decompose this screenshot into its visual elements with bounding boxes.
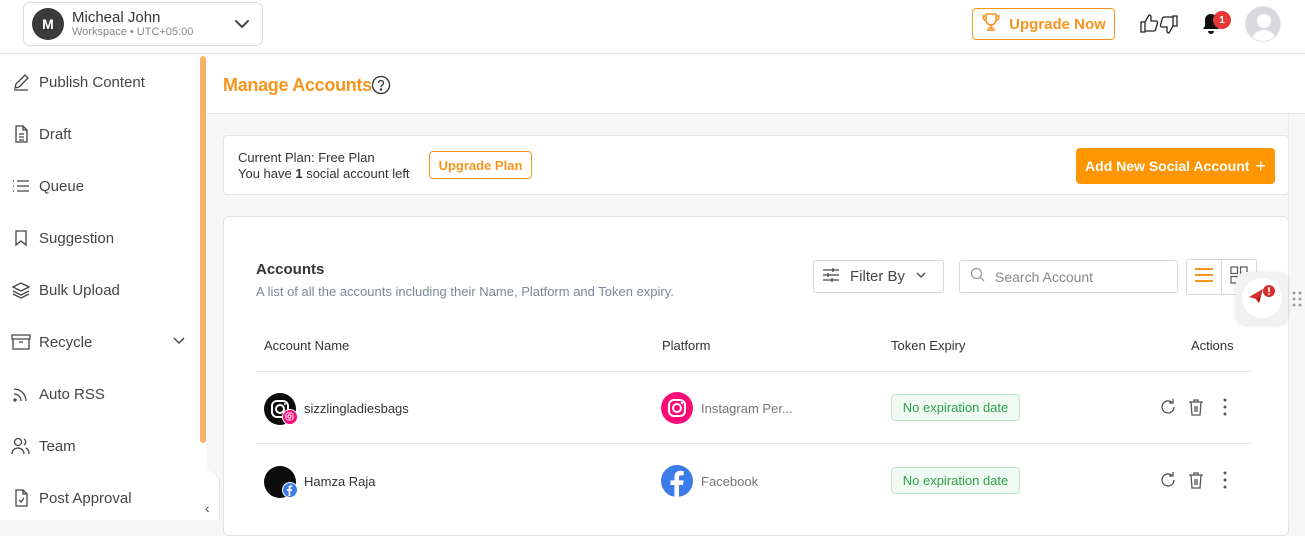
filter-by-dropdown[interactable]: Filter By: [813, 260, 944, 293]
drag-handle-icon[interactable]: [1292, 290, 1302, 313]
workspace-user-name: Micheal John: [72, 9, 161, 26]
sidebar-item-auto-rss[interactable]: Auto RSS: [0, 374, 196, 414]
chevron-down-icon[interactable]: [172, 334, 186, 353]
plan-card: Current Plan: Free Plan You have 1 socia…: [223, 135, 1289, 195]
paper-plane-alert-icon: [1247, 283, 1277, 314]
sidebar-item-label: Post Approval: [39, 489, 132, 507]
sidebar-item-queue[interactable]: Queue: [0, 166, 196, 206]
file-check-icon: [11, 488, 31, 508]
add-new-social-account-button[interactable]: Add New Social Account +: [1076, 148, 1275, 184]
accounts-left-count: 1: [295, 166, 303, 181]
sidebar-item-post-approval[interactable]: Post Approval: [0, 478, 196, 518]
content-right-border: [1288, 114, 1289, 520]
accounts-card: Accounts A list of all the accounts incl…: [223, 216, 1289, 536]
search-box: [959, 260, 1178, 293]
sidebar-item-team[interactable]: Team: [0, 426, 196, 466]
delete-trash-icon[interactable]: [1186, 470, 1206, 495]
row-divider: [256, 443, 1251, 444]
upgrade-now-button[interactable]: Upgrade Now: [972, 8, 1115, 40]
instagram-icon: [661, 392, 693, 424]
column-header-account-name: Account Name: [264, 338, 350, 353]
filter-by-label: Filter By: [850, 268, 906, 285]
add-account-label: Add New Social Account: [1085, 158, 1250, 174]
workspace-subtitle: Workspace • UTC+05:00: [72, 26, 194, 38]
facebook-icon: [661, 465, 693, 497]
platform-name: Instagram Per...: [701, 401, 793, 416]
upgrade-now-label: Upgrade Now: [1009, 15, 1106, 33]
sidebar-item-suggestion[interactable]: Suggestion: [0, 218, 196, 258]
more-options-icon[interactable]: [1222, 397, 1228, 422]
pencil-icon: [11, 72, 31, 92]
sidebar-item-publish-content[interactable]: Publish Content: [0, 62, 196, 102]
sidebar-item-draft[interactable]: Draft: [0, 114, 196, 154]
sliders-icon: [822, 267, 840, 287]
search-account-input[interactable]: [995, 268, 1165, 285]
list-view-button[interactable]: [1187, 260, 1221, 294]
token-expiry-badge: No expiration date: [891, 394, 1020, 421]
list-view-icon: [1194, 267, 1214, 288]
floating-alert-widget[interactable]: [1236, 272, 1288, 324]
delete-trash-icon[interactable]: [1186, 397, 1206, 422]
column-header-platform: Platform: [662, 338, 711, 353]
list-icon: [11, 176, 31, 196]
plus-icon: +: [1255, 155, 1266, 176]
layers-icon: [11, 280, 31, 300]
document-icon: [11, 124, 31, 144]
token-expiry-badge: No expiration date: [891, 467, 1020, 494]
notification-count-badge: 1: [1213, 11, 1231, 29]
account-name: Hamza Raja: [304, 474, 376, 489]
archive-icon: [11, 332, 31, 352]
table-row: Hamza Raja Facebook No expiration date: [256, 445, 1251, 517]
accounts-title: Accounts: [256, 261, 325, 278]
sidebar-collapse-tab: [180, 470, 220, 520]
upgrade-plan-button[interactable]: Upgrade Plan: [429, 151, 532, 179]
plan-info: Current Plan: Free Plan You have 1 socia…: [238, 150, 410, 182]
sidebar-item-label: Suggestion: [39, 229, 115, 247]
accounts-left-text: You have 1 social account left: [238, 166, 410, 181]
workspace-avatar: M: [32, 8, 64, 40]
sidebar-scrollbar[interactable]: [200, 56, 206, 443]
instagram-badge-icon: [282, 409, 298, 425]
user-avatar[interactable]: [1245, 6, 1281, 42]
sidebar-item-label: Team: [39, 437, 76, 455]
trophy-icon: [981, 12, 1001, 36]
collapse-sidebar-chevron-icon[interactable]: ‹: [205, 500, 210, 516]
workspace-switcher[interactable]: M Micheal John Workspace • UTC+05:00: [23, 2, 263, 46]
column-header-token-expiry: Token Expiry: [891, 338, 966, 353]
bookmark-icon: [11, 228, 31, 248]
sidebar: Publish Content Draft Queue Suggestion B…: [0, 55, 206, 520]
platform-name: Facebook: [701, 474, 759, 489]
more-options-icon[interactable]: [1222, 470, 1228, 495]
page-title: Manage Accounts: [223, 75, 372, 95]
feedback-thumbs-icon[interactable]: [1139, 12, 1179, 41]
facebook-badge-icon: [282, 482, 298, 498]
sidebar-item-label: Bulk Upload: [39, 281, 120, 299]
sidebar-item-bulk-upload[interactable]: Bulk Upload: [0, 270, 196, 310]
search-icon: [970, 267, 985, 287]
account-name: sizzlingladiesbags: [304, 401, 409, 416]
sidebar-item-recycle[interactable]: Recycle: [0, 322, 196, 362]
users-icon: [11, 436, 31, 456]
help-question-icon[interactable]: [371, 75, 391, 100]
refresh-icon[interactable]: [1158, 397, 1178, 422]
sidebar-item-label: Draft: [39, 125, 72, 143]
column-header-actions: Actions: [1191, 338, 1234, 353]
chevron-down-icon: [915, 268, 927, 285]
sidebar-item-label: Queue: [39, 177, 85, 195]
sidebar-item-label: Publish Content: [39, 73, 145, 91]
refresh-icon[interactable]: [1158, 470, 1178, 495]
sidebar-item-label: Auto RSS: [39, 385, 105, 403]
sidebar-item-label: Recycle: [39, 333, 93, 351]
current-plan-text: Current Plan: Free Plan: [238, 150, 375, 165]
table-row: sizzlingladiesbags Instagram Per... No e…: [256, 372, 1251, 444]
page-header: Manage Accounts: [207, 55, 1305, 114]
rss-icon: [11, 384, 31, 404]
accounts-subtitle: A list of all the accounts including the…: [256, 284, 674, 299]
chevron-down-icon: [234, 16, 250, 37]
top-bar: M Micheal John Workspace • UTC+05:00 Upg…: [0, 0, 1305, 54]
